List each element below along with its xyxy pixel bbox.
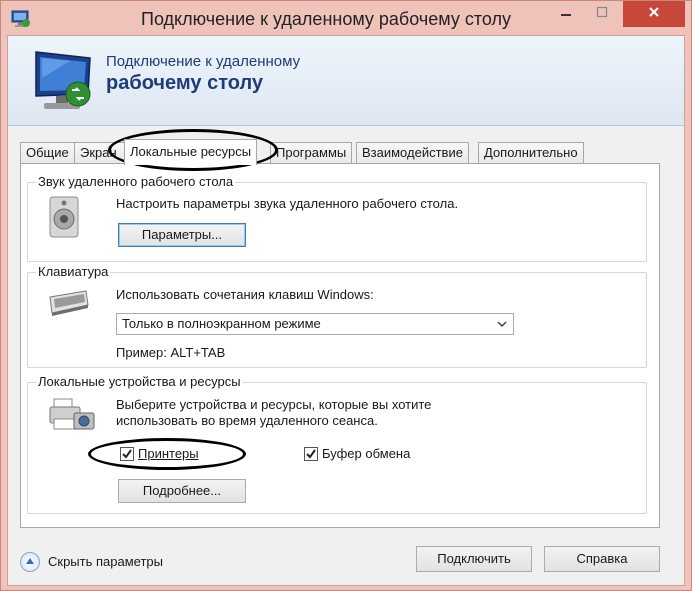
rdp-window: Подключение к удаленному рабочему столу … (0, 0, 692, 591)
local-devices-legend: Локальные устройства и ресурсы (36, 374, 243, 389)
tab-panel-local-resources: Звук удаленного рабочего стола Настроить… (20, 163, 660, 528)
sound-description: Настроить параметры звука удаленного раб… (116, 196, 459, 211)
windows-keys-dropdown[interactable]: Только в полноэкранном режиме (116, 313, 514, 335)
remote-desktop-monitor-icon (35, 51, 91, 109)
hide-options-label[interactable]: Скрыть параметры (48, 554, 163, 569)
connect-button[interactable]: Подключить (416, 546, 532, 572)
maximize-button[interactable] (587, 1, 617, 27)
local-devices-group: Локальные устройства и ресурсы Выберите … (27, 374, 647, 514)
tab-display[interactable]: Экран (74, 142, 130, 164)
devices-description-line2: использовать во время удаленного сеанса. (116, 413, 378, 428)
header-banner: Подключение к удаленному рабочему столу (8, 36, 684, 126)
minimize-button[interactable] (551, 1, 581, 27)
help-button[interactable]: Справка (544, 546, 660, 572)
keyboard-group-legend: Клавиатура (36, 264, 111, 279)
checkmark-icon (306, 449, 316, 459)
minimize-icon (561, 14, 571, 16)
tab-experience[interactable]: Взаимодействие (356, 142, 469, 164)
keyboard-icon (49, 290, 89, 316)
printers-label[interactable]: Принтеры (138, 446, 199, 461)
collapse-arrow-icon[interactable] (20, 552, 40, 572)
keyboard-description: Использовать сочетания клавиш Windows: (116, 287, 374, 302)
banner-title: рабочему столу (106, 72, 264, 94)
more-devices-button[interactable]: Подробнее... (118, 479, 246, 503)
keyboard-example: Пример: ALT+TAB (116, 345, 226, 360)
banner-subtitle: Подключение к удаленному (106, 53, 301, 70)
clipboard-label[interactable]: Буфер обмена (322, 446, 410, 461)
dialog-client-area: Подключение к удаленному рабочему столу … (7, 35, 685, 586)
title-bar[interactable]: Подключение к удаленному рабочему столу (1, 1, 691, 37)
chevron-down-icon (497, 314, 507, 342)
maximize-icon (596, 6, 608, 18)
sound-group-legend: Звук удаленного рабочего стола (36, 174, 236, 189)
tab-general[interactable]: Общие (20, 142, 75, 164)
devices-description-line1: Выберите устройства и ресурсы, которые в… (116, 397, 432, 412)
checkmark-icon (122, 449, 132, 459)
tab-programs[interactable]: Программы (270, 142, 353, 164)
printers-checkbox[interactable] (120, 447, 134, 461)
printer-camera-icon (49, 398, 95, 430)
tab-local-resources[interactable]: Локальные ресурсы (124, 139, 258, 165)
speaker-icon (49, 196, 79, 238)
sound-settings-button[interactable]: Параметры... (118, 223, 246, 247)
close-button[interactable] (623, 1, 685, 27)
windows-keys-selected-value: Только в полноэкранном режиме (122, 316, 321, 331)
keyboard-group: Клавиатура Использовать сочетания клавиш… (27, 264, 647, 368)
tab-advanced[interactable]: Дополнительно (478, 142, 584, 164)
sound-group: Звук удаленного рабочего стола Настроить… (27, 174, 647, 262)
clipboard-checkbox[interactable] (304, 447, 318, 461)
close-icon (649, 7, 659, 17)
